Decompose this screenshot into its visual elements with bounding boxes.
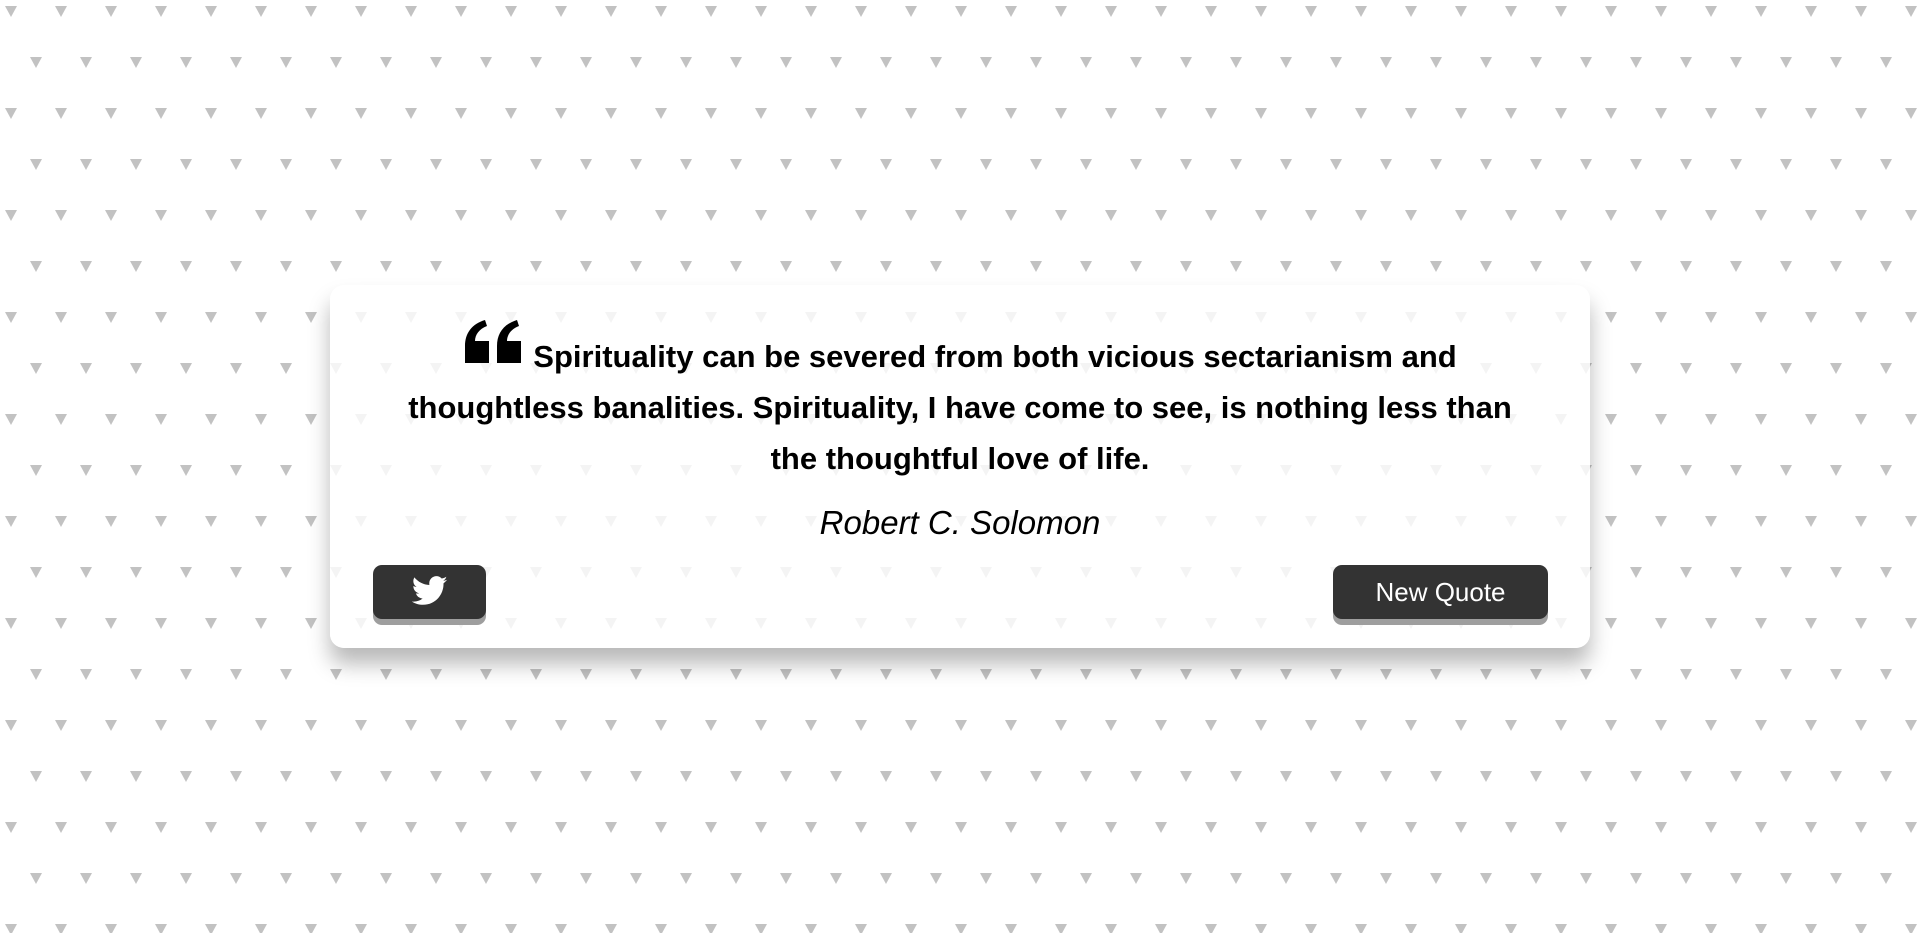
twitter-icon — [411, 575, 448, 609]
tweet-quote-button[interactable] — [373, 565, 486, 619]
page-background: { "quote": { "text": "Spirituality can b… — [0, 0, 1921, 933]
quote-left-icon — [463, 319, 525, 367]
quote-text-block: Spirituality can be severed from both vi… — [390, 319, 1530, 484]
quote-author: Robert C. Solomon — [819, 504, 1101, 541]
quote-card: Spirituality can be severed from both vi… — [330, 285, 1590, 648]
quote-text: Spirituality can be severed from both vi… — [408, 339, 1512, 476]
new-quote-button[interactable]: New Quote — [1333, 565, 1548, 619]
